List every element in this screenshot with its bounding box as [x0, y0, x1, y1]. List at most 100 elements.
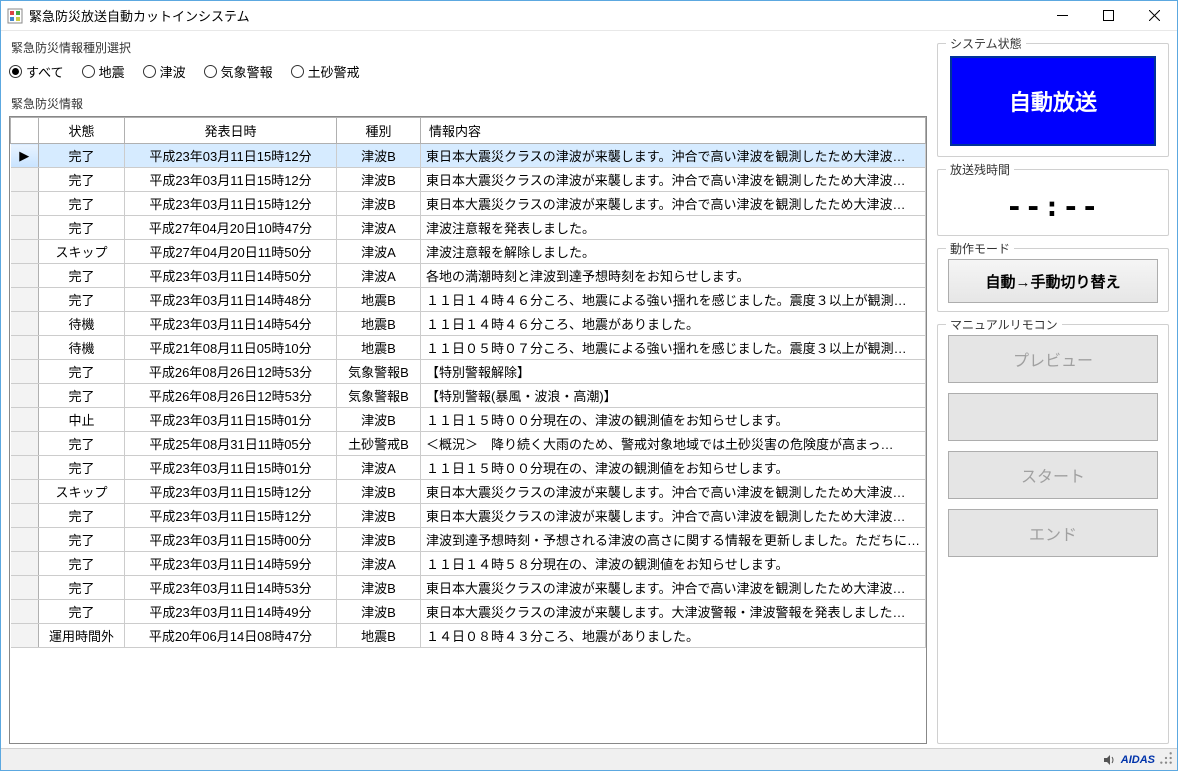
brand-logo: AIDAS	[1121, 754, 1155, 766]
cell-date: 平成23年03月11日14時48分	[125, 288, 337, 312]
cell-content: １１日１４時５８分現在の、津波の観測値をお知らせします。	[421, 552, 926, 576]
cell-content: １１日１５時００分現在の、津波の観測値をお知らせします。	[421, 408, 926, 432]
cell-content: 東日本大震災クラスの津波が来襲します。沖合で高い津波を観測したため大津波…	[421, 576, 926, 600]
cell-content: 各地の満潮時刻と津波到達予想時刻をお知らせします。	[421, 264, 926, 288]
filter-group: 緊急防災情報種別選択 すべて地震 津波気象警報 土砂警戒	[9, 39, 927, 83]
data-table: 状態 発表日時 種別 情報内容 ▶完了平成23年03月11日15時12分津波B東…	[10, 117, 926, 648]
cell-status: 完了	[39, 264, 125, 288]
cell-content: １１日１５時００分現在の、津波の観測値をお知らせします。	[421, 456, 926, 480]
header-type[interactable]: 種別	[337, 118, 421, 144]
table-row[interactable]: 運用時間外平成20年06月14日08時47分地震B１４日０８時４３分ころ、地震が…	[11, 624, 926, 648]
cell-type: 津波B	[337, 600, 421, 624]
cell-status: 完了	[39, 168, 125, 192]
radio-label: 津波	[160, 62, 186, 81]
table-row[interactable]: 待機平成21年08月11日05時10分地震B１１日０５時０７分ころ、地震による強…	[11, 336, 926, 360]
cell-content: １１日１４時４６分ころ、地震がありました。	[421, 312, 926, 336]
table-row[interactable]: 完了平成23年03月11日15時12分津波B東日本大震災クラスの津波が来襲します…	[11, 192, 926, 216]
radio-icon	[82, 65, 95, 78]
cell-status: 完了	[39, 360, 125, 384]
cell-content: 東日本大震災クラスの津波が来襲します。沖合で高い津波を観測したため大津波…	[421, 168, 926, 192]
table-row[interactable]: 完了平成27年04月20日10時47分津波A津波注意報を発表しました。	[11, 216, 926, 240]
preview-button[interactable]: プレビュー	[948, 335, 1158, 383]
header-content[interactable]: 情報内容	[421, 118, 926, 144]
start-button[interactable]: スタート	[948, 451, 1158, 499]
radio-label: 土砂警戒	[308, 62, 360, 81]
table-row[interactable]: 完了平成23年03月11日14時53分津波B東日本大震災クラスの津波が来襲します…	[11, 576, 926, 600]
table-row[interactable]: 完了平成26年08月26日12時53分気象警報B【特別警報(暴風・波浪・高潮)】	[11, 384, 926, 408]
cell-type: 津波B	[337, 504, 421, 528]
table-row[interactable]: 完了平成23年03月11日14時49分津波B東日本大震災クラスの津波が来襲します…	[11, 600, 926, 624]
system-status-label: システム状態	[946, 35, 1026, 52]
row-marker	[11, 168, 39, 192]
cell-type: 津波A	[337, 264, 421, 288]
filter-group-label: 緊急防災情報種別選択	[9, 39, 927, 58]
cell-date: 平成23年03月11日14時53分	[125, 576, 337, 600]
cell-status: 完了	[39, 144, 125, 168]
speaker-icon	[1103, 753, 1117, 767]
table-row[interactable]: 完了平成23年03月11日15時12分津波B東日本大震災クラスの津波が来襲します…	[11, 504, 926, 528]
table-row[interactable]: スキップ平成23年03月11日15時12分津波B東日本大震災クラスの津波が来襲し…	[11, 480, 926, 504]
cell-content: 東日本大震災クラスの津波が来襲します。沖合で高い津波を観測したため大津波…	[421, 192, 926, 216]
filter-radio-4[interactable]: 土砂警戒	[291, 62, 360, 81]
cell-status: 完了	[39, 600, 125, 624]
cell-content: 東日本大震災クラスの津波が来襲します。大津波警報・津波警報を発表しました…	[421, 600, 926, 624]
table-row[interactable]: 完了平成23年03月11日15時00分津波B津波到達予想時刻・予想される津波の高…	[11, 528, 926, 552]
header-status[interactable]: 状態	[39, 118, 125, 144]
row-marker	[11, 240, 39, 264]
filter-radio-0[interactable]: すべて	[9, 62, 64, 81]
row-marker	[11, 600, 39, 624]
cell-status: 完了	[39, 456, 125, 480]
row-marker: ▶	[11, 144, 39, 168]
table-row[interactable]: 完了平成26年08月26日12時53分気象警報B【特別警報解除】	[11, 360, 926, 384]
table-row[interactable]: 完了平成23年03月11日14時48分地震B１１日１４時４６分ころ、地震による強…	[11, 288, 926, 312]
row-marker	[11, 192, 39, 216]
table-row[interactable]: 待機平成23年03月11日14時54分地震B１１日１４時４６分ころ、地震がありま…	[11, 312, 926, 336]
cell-date: 平成21年08月11日05時10分	[125, 336, 337, 360]
table-row[interactable]: 完了平成23年03月11日14時50分津波A各地の満潮時刻と津波到達予想時刻をお…	[11, 264, 926, 288]
table-row[interactable]: 完了平成23年03月11日14時59分津波A１１日１４時５８分現在の、津波の観測…	[11, 552, 926, 576]
filter-options: すべて地震 津波気象警報 土砂警戒	[9, 58, 927, 83]
maximize-button[interactable]	[1085, 1, 1131, 31]
cell-status: 完了	[39, 576, 125, 600]
cell-status: スキップ	[39, 240, 125, 264]
table-row[interactable]: ▶完了平成23年03月11日15時12分津波B東日本大震災クラスの津波が来襲しま…	[11, 144, 926, 168]
filter-radio-3[interactable]: 気象警報	[204, 62, 273, 81]
cell-date: 平成23年03月11日15時12分	[125, 144, 337, 168]
close-button[interactable]	[1131, 1, 1177, 31]
table-row[interactable]: 完了平成25年08月31日11時05分土砂警戒B＜概況＞ 降り続く大雨のため、警…	[11, 432, 926, 456]
mode-switch-button[interactable]: 自動→手動切り替え	[948, 259, 1158, 303]
cell-type: 地震B	[337, 312, 421, 336]
system-status-group: システム状態 自動放送	[937, 43, 1169, 157]
cell-date: 平成23年03月11日14時50分	[125, 264, 337, 288]
data-table-container[interactable]: 状態 発表日時 種別 情報内容 ▶完了平成23年03月11日15時12分津波B東…	[9, 116, 927, 744]
cell-status: 完了	[39, 216, 125, 240]
statusbar: AIDAS	[1, 748, 1177, 770]
table-row[interactable]: 完了平成23年03月11日15時12分津波B東日本大震災クラスの津波が来襲します…	[11, 168, 926, 192]
filter-radio-2[interactable]: 津波	[143, 62, 186, 81]
row-marker	[11, 336, 39, 360]
table-row[interactable]: 中止平成23年03月11日15時01分津波B１１日１５時００分現在の、津波の観測…	[11, 408, 926, 432]
app-icon	[7, 8, 23, 24]
cell-date: 平成26年08月26日12時53分	[125, 384, 337, 408]
table-body: ▶完了平成23年03月11日15時12分津波B東日本大震災クラスの津波が来襲しま…	[11, 144, 926, 648]
end-button[interactable]: エンド	[948, 509, 1158, 557]
cell-date: 平成23年03月11日15時12分	[125, 192, 337, 216]
remaining-time-label: 放送残時間	[946, 161, 1014, 178]
header-date[interactable]: 発表日時	[125, 118, 337, 144]
table-row[interactable]: スキップ平成27年04月20日11時50分津波A津波注意報を解除しました。	[11, 240, 926, 264]
blank-button[interactable]	[948, 393, 1158, 441]
resize-grip-icon[interactable]	[1159, 751, 1173, 768]
row-marker	[11, 384, 39, 408]
cell-type: 津波B	[337, 192, 421, 216]
cell-status: 完了	[39, 528, 125, 552]
minimize-button[interactable]	[1039, 1, 1085, 31]
system-status-display: 自動放送	[950, 56, 1156, 146]
filter-radio-1[interactable]: 地震	[82, 62, 125, 81]
table-row[interactable]: 完了平成23年03月11日15時01分津波A１１日１５時００分現在の、津波の観測…	[11, 456, 926, 480]
radio-label: すべて	[26, 62, 64, 81]
cell-type: 津波A	[337, 240, 421, 264]
cell-date: 平成23年03月11日15時12分	[125, 480, 337, 504]
radio-icon	[9, 65, 22, 78]
cell-content: 津波到達予想時刻・予想される津波の高さに関する情報を更新しました。ただちに…	[421, 528, 926, 552]
cell-content: １１日０５時０７分ころ、地震による強い揺れを感じました。震度３以上が観測…	[421, 336, 926, 360]
